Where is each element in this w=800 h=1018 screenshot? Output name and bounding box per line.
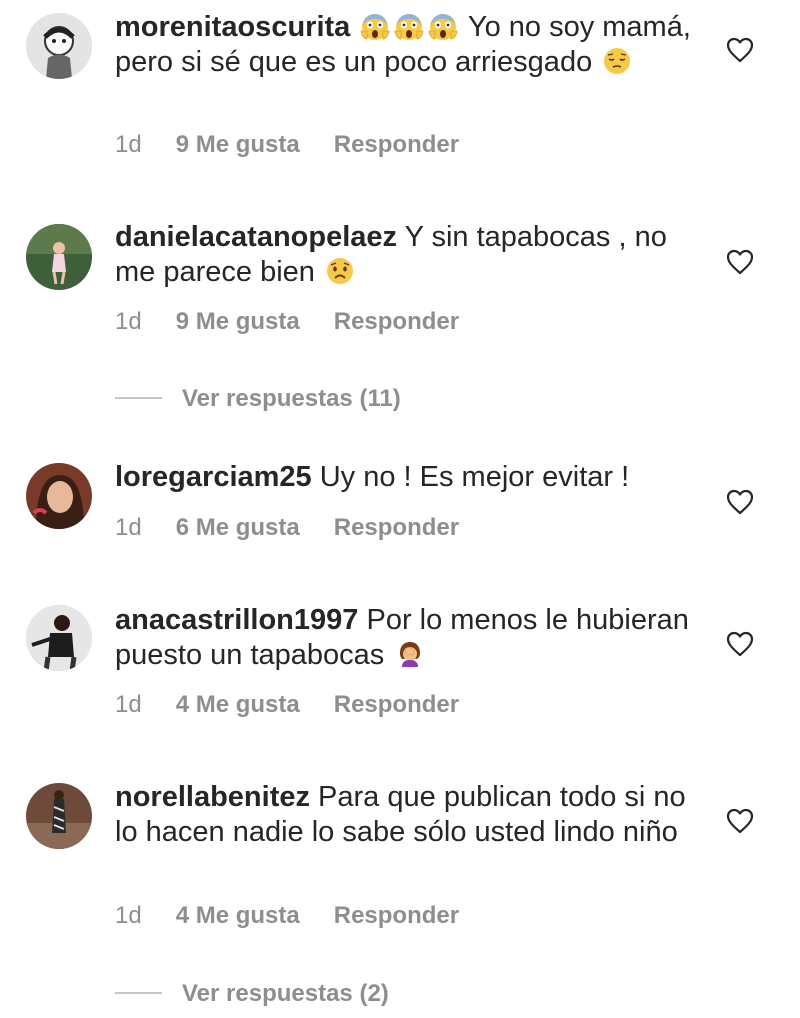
avatar[interactable] xyxy=(26,605,92,671)
comment-username[interactable]: norellabenitez xyxy=(115,781,310,813)
comment-text: anacastrillon1997 Por lo menos le hubier… xyxy=(115,603,700,673)
comment-text: loregarciam25 Uy no ! Es mejor evitar ! xyxy=(115,460,700,495)
likes-count[interactable]: 4 Me gusta xyxy=(176,902,300,929)
comment-meta: 1d 9 Me gusta Responder xyxy=(115,308,459,336)
like-heart-icon[interactable] xyxy=(726,249,754,275)
likes-count[interactable]: 4 Me gusta xyxy=(176,691,300,718)
comment-text: danielacatanopelaez Y sin tapabocas , no… xyxy=(115,220,700,290)
comment-meta: 1d 4 Me gusta Responder xyxy=(115,902,459,930)
avatar[interactable] xyxy=(26,13,92,79)
replies-divider xyxy=(115,396,162,399)
avatar[interactable] xyxy=(26,224,92,290)
comment-meta: 1d 4 Me gusta Responder xyxy=(115,691,459,719)
scream-emoji-icon xyxy=(394,11,424,41)
reply-button[interactable]: Responder xyxy=(334,308,459,335)
like-heart-icon[interactable] xyxy=(726,489,754,515)
comment-meta: 1d 6 Me gusta Responder xyxy=(115,514,459,542)
likes-count[interactable]: 6 Me gusta xyxy=(176,514,300,541)
likes-count[interactable]: 9 Me gusta xyxy=(176,131,300,158)
view-replies-button[interactable]: Ver respuestas (11) xyxy=(115,385,401,415)
comment-text: norellabenitez Para que publican todo si… xyxy=(115,780,700,850)
comment-body: Uy no ! Es mejor evitar ! xyxy=(311,461,630,493)
comment-time: 1d xyxy=(115,514,142,541)
comment-username[interactable]: danielacatanopelaez xyxy=(115,221,397,253)
reply-button[interactable]: Responder xyxy=(334,691,459,718)
comment-time: 1d xyxy=(115,308,142,335)
comment-username[interactable]: loregarciam25 xyxy=(115,461,312,493)
scream-emoji-icon xyxy=(360,11,390,41)
reply-button[interactable]: Responder xyxy=(334,131,459,158)
view-replies-label: Ver respuestas (2) xyxy=(182,980,389,1007)
comment-username[interactable]: anacastrillon1997 xyxy=(115,604,358,636)
facepalm-emoji-icon xyxy=(394,639,424,669)
avatar[interactable] xyxy=(26,783,92,849)
comment-time: 1d xyxy=(115,902,142,929)
comment-text: morenitaoscurita Yo no soy mamá, pero si… xyxy=(115,10,700,80)
reply-button[interactable]: Responder xyxy=(334,514,459,541)
scream-emoji-icon xyxy=(428,11,458,41)
pensive-emoji-icon xyxy=(602,46,632,76)
like-heart-icon[interactable] xyxy=(726,37,754,63)
view-replies-label: Ver respuestas (11) xyxy=(182,385,401,412)
reply-button[interactable]: Responder xyxy=(334,902,459,929)
like-heart-icon[interactable] xyxy=(726,631,754,657)
avatar[interactable] xyxy=(26,463,92,529)
like-heart-icon[interactable] xyxy=(726,808,754,834)
comment-username[interactable]: morenitaoscurita xyxy=(115,11,350,43)
view-replies-button[interactable]: Ver respuestas (2) xyxy=(115,980,389,1010)
replies-divider xyxy=(115,991,162,994)
likes-count[interactable]: 9 Me gusta xyxy=(176,308,300,335)
comment-time: 1d xyxy=(115,131,142,158)
comment-meta: 1d 9 Me gusta Responder xyxy=(115,131,459,159)
worried-emoji-icon xyxy=(325,256,355,286)
comment-time: 1d xyxy=(115,691,142,718)
